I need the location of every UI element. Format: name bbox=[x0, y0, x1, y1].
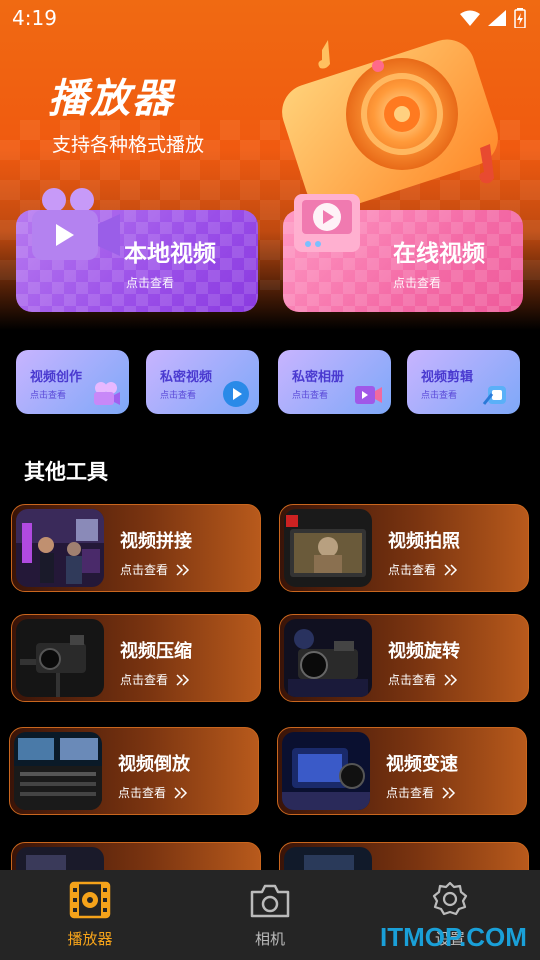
reverse-thumbnail bbox=[14, 732, 102, 810]
double-chevron-right-icon bbox=[176, 673, 190, 686]
tool-name: 视频压缩 bbox=[120, 641, 192, 662]
signal-icon bbox=[488, 10, 506, 26]
scissors-clip-icon bbox=[482, 386, 506, 405]
speaker-illustration bbox=[282, 39, 498, 210]
tool-name: 视频拍照 bbox=[388, 531, 460, 552]
site-watermark: ITMOP.COM bbox=[380, 922, 527, 952]
video-edit-card[interactable]: 视频剪辑 点击查看 bbox=[407, 350, 520, 414]
private-video-sub: 点击查看 bbox=[160, 391, 197, 401]
tool-link-label: 点击查看 bbox=[386, 786, 435, 800]
private-album-title: 私密相册 bbox=[292, 370, 345, 385]
nav-camera-label: 相机 bbox=[254, 930, 285, 948]
video-edit-sub: 点击查看 bbox=[421, 391, 458, 401]
video-create-card[interactable]: 视频创作 点击查看 bbox=[16, 350, 129, 414]
private-video-card[interactable]: 私密视频 点击查看 bbox=[146, 350, 259, 414]
tool-link-label: 点击查看 bbox=[120, 673, 169, 687]
online-video-title: 在线视频 bbox=[393, 241, 485, 267]
nav-camera[interactable]: 相机 bbox=[180, 870, 360, 960]
video-edit-title: 视频剪辑 bbox=[421, 370, 474, 385]
battery-icon bbox=[514, 8, 526, 28]
double-chevron-right-icon bbox=[442, 786, 456, 799]
app-title: 播放器 bbox=[48, 76, 174, 122]
tool-link: 点击查看 bbox=[118, 784, 188, 801]
play-circle-icon bbox=[223, 381, 249, 407]
video-create-title: 视频创作 bbox=[30, 370, 83, 385]
double-chevron-right-icon bbox=[174, 786, 188, 799]
tool-link-label: 点击查看 bbox=[120, 563, 169, 577]
status-icons bbox=[460, 8, 526, 28]
local-video-title: 本地视频 bbox=[124, 241, 216, 267]
tv-play-icon bbox=[294, 194, 360, 252]
speed-thumbnail bbox=[282, 732, 370, 810]
video-camera-icon bbox=[32, 188, 120, 260]
nav-player-label: 播放器 bbox=[67, 930, 113, 948]
tool-link: 点击查看 bbox=[388, 671, 458, 688]
app-subtitle: 支持各种格式播放 bbox=[52, 134, 205, 156]
tool-card-compress[interactable]: 视频压缩 点击查看 bbox=[11, 614, 261, 702]
film-camera-icon bbox=[94, 382, 120, 405]
photo-thumbnail bbox=[284, 509, 372, 587]
online-video-sub: 点击查看 bbox=[393, 276, 442, 290]
tool-link-label: 点击查看 bbox=[388, 563, 437, 577]
double-chevron-right-icon bbox=[444, 673, 458, 686]
tool-card-reverse[interactable]: 视频倒放 点击查看 bbox=[9, 727, 259, 815]
double-chevron-right-icon bbox=[444, 563, 458, 576]
tool-link: 点击查看 bbox=[120, 671, 190, 688]
local-video-sub: 点击查看 bbox=[126, 276, 175, 290]
private-album-card[interactable]: 私密相册 点击查看 bbox=[278, 350, 391, 414]
tool-link: 点击查看 bbox=[388, 561, 458, 578]
other-tools-heading: 其他工具 bbox=[24, 460, 108, 484]
film-reel-icon bbox=[69, 881, 111, 919]
wifi-icon bbox=[460, 10, 480, 26]
compress-thumbnail bbox=[16, 619, 104, 697]
double-chevron-right-icon bbox=[176, 563, 190, 576]
tool-card-rotate[interactable]: 视频旋转 点击查看 bbox=[279, 614, 529, 702]
tool-card-splice[interactable]: 视频拼接 点击查看 bbox=[11, 504, 261, 592]
tool-name: 视频变速 bbox=[386, 754, 458, 775]
tool-card-speed[interactable]: 视频变速 点击查看 bbox=[277, 727, 527, 815]
private-album-sub: 点击查看 bbox=[292, 391, 329, 401]
video-record-icon bbox=[355, 386, 382, 404]
rotate-thumbnail bbox=[284, 619, 372, 697]
tool-name: 视频倒放 bbox=[118, 754, 190, 775]
status-time: 4:19 bbox=[12, 6, 57, 30]
gear-icon bbox=[432, 881, 468, 916]
tool-link: 点击查看 bbox=[120, 561, 190, 578]
private-video-title: 私密视频 bbox=[160, 370, 213, 385]
tool-card-photo[interactable]: 视频拍照 点击查看 bbox=[279, 504, 529, 592]
splice-thumbnail bbox=[16, 509, 104, 587]
nav-player[interactable]: 播放器 bbox=[0, 870, 180, 960]
tool-link-label: 点击查看 bbox=[388, 673, 437, 687]
camera-icon bbox=[250, 884, 290, 918]
video-create-sub: 点击查看 bbox=[30, 391, 67, 401]
tool-name: 视频拼接 bbox=[120, 531, 192, 552]
tool-name: 视频旋转 bbox=[388, 641, 460, 662]
tool-link: 点击查看 bbox=[386, 784, 456, 801]
tool-link-label: 点击查看 bbox=[118, 786, 167, 800]
